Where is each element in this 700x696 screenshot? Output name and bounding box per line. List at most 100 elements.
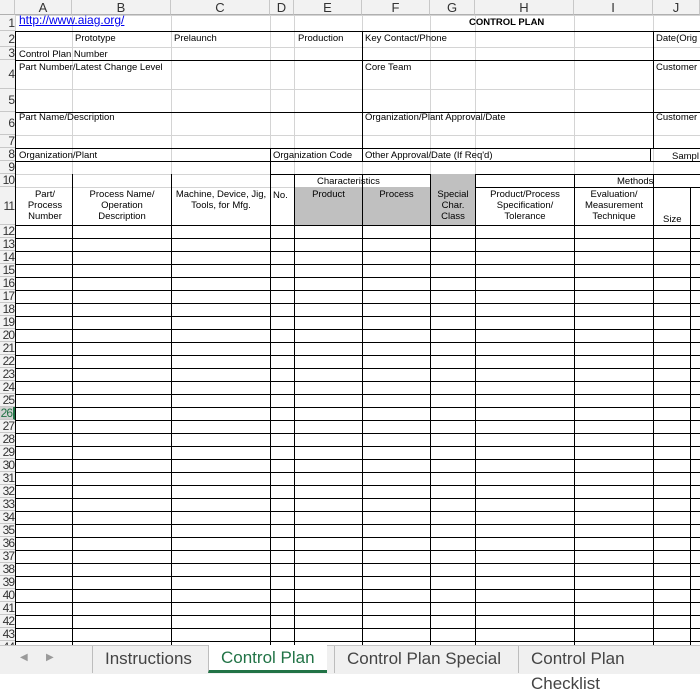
border-h xyxy=(15,290,700,291)
gridline-h xyxy=(15,89,700,90)
prototype-label: Prototype xyxy=(75,33,116,44)
column-header-C[interactable]: C xyxy=(171,0,270,15)
row-header-19[interactable]: 19 xyxy=(0,316,15,329)
product-header: Product xyxy=(312,189,345,200)
row-header-20[interactable]: 20 xyxy=(0,329,15,342)
row-header-15[interactable]: 15 xyxy=(0,264,15,277)
border-h xyxy=(15,264,700,265)
row-header-18[interactable]: 18 xyxy=(0,303,15,316)
border-h xyxy=(15,563,700,564)
border-h xyxy=(15,60,700,61)
border-h xyxy=(15,459,700,460)
border-h xyxy=(15,589,700,590)
column-header-F[interactable]: F xyxy=(362,0,430,15)
row-header-16[interactable]: 16 xyxy=(0,277,15,290)
process-header: Process xyxy=(379,189,414,200)
aiag-link[interactable]: http://www.aiag.org/ xyxy=(19,14,124,26)
border-h xyxy=(15,394,700,395)
row-header-24[interactable]: 24 xyxy=(0,381,15,394)
row-header-35[interactable]: 35 xyxy=(0,524,15,537)
border-v xyxy=(574,174,575,645)
row-header-33[interactable]: 33 xyxy=(0,498,15,511)
row-header-31[interactable]: 31 xyxy=(0,472,15,485)
no-header: No. xyxy=(273,190,288,201)
border-h xyxy=(15,112,700,113)
border-v xyxy=(171,174,172,645)
tab-instructions[interactable]: Instructions xyxy=(92,646,204,673)
border-h xyxy=(15,628,700,629)
row-header-41[interactable]: 41 xyxy=(0,602,15,615)
methods-header: Methods xyxy=(617,176,654,187)
border-v xyxy=(653,31,654,148)
key-contact-label: Key Contact/Phone xyxy=(365,33,447,44)
row-header-12[interactable]: 12 xyxy=(0,225,15,238)
row-header-13[interactable]: 13 xyxy=(0,238,15,251)
other-approval-label: Other Approval/Date (If Req'd) xyxy=(365,150,493,161)
row-header-3[interactable]: 3 xyxy=(0,47,15,60)
row-header-1[interactable]: 1 xyxy=(0,15,15,31)
row-header-36[interactable]: 36 xyxy=(0,537,15,550)
scroll-right-icon[interactable]: ▶ xyxy=(46,652,54,663)
row-header-2[interactable]: 2 xyxy=(0,31,15,47)
border-h xyxy=(15,576,700,577)
row-header-11[interactable]: 11 xyxy=(0,187,15,225)
characteristics-header: Characteristics xyxy=(317,176,380,187)
prelaunch-label: Prelaunch xyxy=(174,33,217,44)
border-h xyxy=(15,485,700,486)
border-h xyxy=(15,329,700,330)
row-header-26[interactable]: 26 xyxy=(0,407,15,420)
special-char-header: Special Char. Class xyxy=(437,189,469,222)
border-h xyxy=(15,238,700,239)
border-v xyxy=(362,31,363,161)
border-v xyxy=(270,161,271,174)
org-plant-label: Organization/Plant xyxy=(19,150,98,161)
tab-control-plan[interactable]: Control Plan xyxy=(208,645,327,673)
border-h xyxy=(15,277,700,278)
border-h xyxy=(15,498,700,499)
row-header-21[interactable]: 21 xyxy=(0,342,15,355)
row-header-10[interactable]: 10 xyxy=(0,174,15,187)
tab-control-plan-special[interactable]: Control Plan Special xyxy=(334,646,513,673)
border-h xyxy=(15,446,700,447)
row-header-27[interactable]: 27 xyxy=(0,420,15,433)
row-header-38[interactable]: 38 xyxy=(0,563,15,576)
border-h xyxy=(15,161,700,162)
border-h xyxy=(15,433,700,434)
row-header-14[interactable]: 14 xyxy=(0,251,15,264)
border-v xyxy=(650,148,651,161)
border-h xyxy=(15,225,700,226)
row-header-6[interactable]: 6 xyxy=(0,112,15,135)
tab-control-plan-checklist[interactable]: Control Plan Checklist xyxy=(518,646,700,693)
row-header-34[interactable]: 34 xyxy=(0,511,15,524)
row-header-7[interactable]: 7 xyxy=(0,135,15,148)
column-header-H[interactable]: H xyxy=(475,0,574,15)
spreadsheet-grid[interactable]: ABCDEFGHIJ 1 2 3 4 5 6 7 8 9 10 11 12 13 14 15 16 17 18 19… xyxy=(0,0,700,645)
border-v xyxy=(72,174,73,645)
row-header-32[interactable]: 32 xyxy=(0,485,15,498)
select-all-corner xyxy=(0,0,15,15)
border-h xyxy=(15,368,700,369)
row-header-23[interactable]: 23 xyxy=(0,368,15,381)
row-header-28[interactable]: 28 xyxy=(0,433,15,446)
row-header-25[interactable]: 25 xyxy=(0,394,15,407)
column-header-E[interactable]: E xyxy=(294,0,362,15)
scroll-left-icon[interactable]: ◀ xyxy=(20,652,28,663)
row-header-17[interactable]: 17 xyxy=(0,290,15,303)
row-header-8[interactable]: 8 xyxy=(0,148,15,161)
row-header-40[interactable]: 40 xyxy=(0,589,15,602)
row-header-42[interactable]: 42 xyxy=(0,615,15,628)
row-header-22[interactable]: 22 xyxy=(0,355,15,368)
row-header-5[interactable]: 5 xyxy=(0,89,15,112)
row-header-4[interactable]: 4 xyxy=(0,60,15,89)
row-header-37[interactable]: 37 xyxy=(0,550,15,563)
row-header-29[interactable]: 29 xyxy=(0,446,15,459)
row-header-39[interactable]: 39 xyxy=(0,576,15,589)
column-header-D[interactable]: D xyxy=(270,0,294,15)
row-header-43[interactable]: 43 xyxy=(0,628,15,641)
column-header-I[interactable]: I xyxy=(574,0,653,15)
column-header-J[interactable]: J xyxy=(653,0,700,15)
border-h xyxy=(15,251,700,252)
row-header-30[interactable]: 30 xyxy=(0,459,15,472)
column-header-G[interactable]: G xyxy=(430,0,475,15)
row-header-9[interactable]: 9 xyxy=(0,161,15,174)
